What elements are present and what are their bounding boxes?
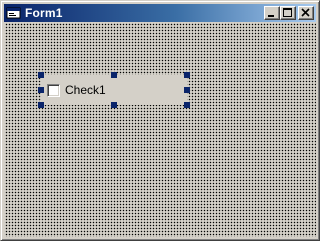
check1-control[interactable]: Check1 xyxy=(41,75,187,105)
checkbox-label: Check1 xyxy=(65,83,106,97)
checkbox-box[interactable] xyxy=(47,83,60,97)
resize-handle-bottom-left[interactable] xyxy=(38,102,44,108)
window-title: Form1 xyxy=(25,6,63,20)
resize-handle-top-right[interactable] xyxy=(184,72,190,78)
resize-handle-top-middle[interactable] xyxy=(111,72,117,78)
resize-handle-top-left[interactable] xyxy=(38,72,44,78)
close-button[interactable] xyxy=(298,6,314,20)
form-icon[interactable] xyxy=(6,5,22,21)
resize-handle-bottom-middle[interactable] xyxy=(111,102,117,108)
maximize-button[interactable] xyxy=(280,6,296,20)
title-buttons xyxy=(264,6,314,20)
resize-handle-middle-left[interactable] xyxy=(38,87,44,93)
form-window: Form1 Check1 xyxy=(0,0,320,241)
minimize-button[interactable] xyxy=(264,6,280,20)
form-design-surface[interactable]: Check1 xyxy=(5,23,316,237)
resize-handle-bottom-right[interactable] xyxy=(184,102,190,108)
title-bar[interactable]: Form1 xyxy=(4,4,316,22)
resize-handle-middle-right[interactable] xyxy=(184,87,190,93)
